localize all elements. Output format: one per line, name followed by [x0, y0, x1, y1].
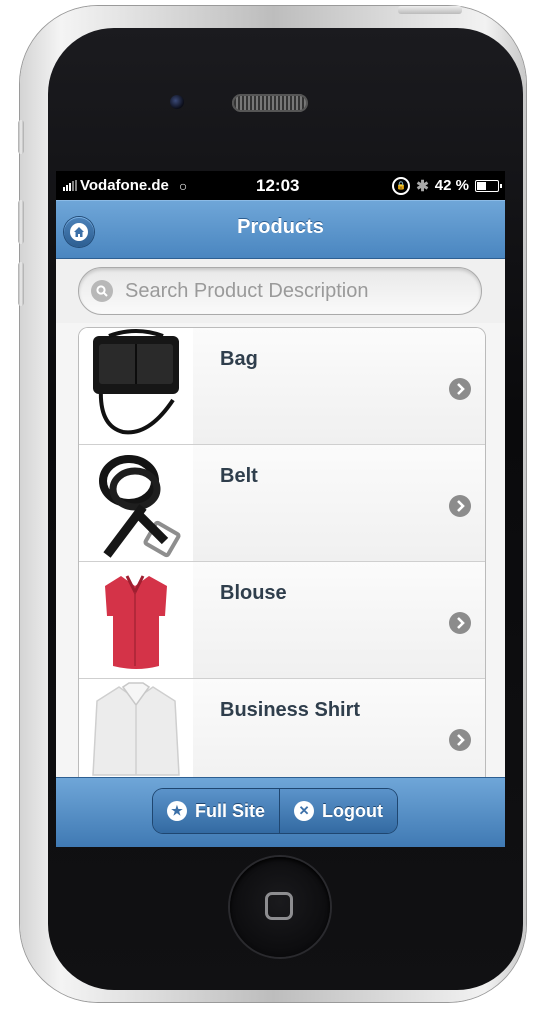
list-item-business-shirt[interactable]: Business Shirt	[79, 679, 485, 778]
product-list: Bag Belt Blouse Business Shirt	[78, 327, 486, 778]
carrier-name: Vodafone.de	[80, 177, 169, 194]
power-button	[398, 6, 462, 14]
bluetooth-icon: ✱	[416, 177, 429, 195]
blouse-thumbnail	[79, 562, 193, 678]
business-shirt-thumbnail	[79, 679, 193, 778]
rotation-lock-icon: 🔒	[392, 176, 411, 195]
front-camera	[170, 95, 184, 109]
full-site-button[interactable]: ★ Full Site	[153, 789, 280, 833]
clock: 12:03	[256, 175, 300, 195]
bag-thumbnail	[79, 328, 193, 444]
status-bar: Vodafone.de ○ 12:03 🔒 ✱ 42 %	[56, 171, 505, 200]
list-item-blouse[interactable]: Blouse	[79, 562, 485, 679]
mute-switch	[18, 120, 24, 154]
volume-down-button	[18, 262, 24, 306]
battery-icon	[475, 179, 502, 192]
hardware-home-button	[230, 857, 330, 957]
close-icon: ✕	[294, 801, 315, 821]
volume-up-button	[18, 200, 24, 244]
list-item-belt[interactable]: Belt	[79, 445, 485, 562]
list-item-bag[interactable]: Bag	[79, 328, 485, 445]
activity-icon: ○	[178, 177, 188, 194]
footer-toolbar: ★ Full Site ✕ Logout	[56, 777, 505, 847]
belt-thumbnail	[79, 445, 193, 561]
chevron-right-icon	[449, 378, 471, 400]
logout-label: Logout	[322, 800, 383, 821]
search-box[interactable]	[78, 267, 482, 315]
search-icon	[91, 280, 113, 302]
earpiece-speaker	[232, 94, 308, 112]
app-header: Products	[56, 200, 505, 259]
product-name: Business Shirt	[220, 699, 361, 721]
footer-button-group: ★ Full Site ✕ Logout	[153, 789, 397, 833]
app-screen: Vodafone.de ○ 12:03 🔒 ✱ 42 % Products Se…	[56, 171, 505, 847]
full-site-label: Full Site	[195, 800, 266, 821]
product-name: Belt	[220, 465, 258, 487]
page-title: Products	[237, 216, 324, 238]
logout-button[interactable]: ✕ Logout	[279, 789, 397, 833]
signal-icon	[63, 180, 77, 191]
chevron-right-icon	[449, 612, 471, 634]
search-input[interactable]	[123, 278, 467, 304]
chevron-right-icon	[449, 729, 471, 751]
chevron-right-icon	[449, 495, 471, 517]
star-icon: ★	[167, 801, 187, 821]
product-name: Bag	[220, 348, 258, 370]
battery-percent: 42 %	[434, 177, 469, 194]
search-bar	[56, 259, 505, 323]
product-name: Blouse	[220, 582, 287, 604]
